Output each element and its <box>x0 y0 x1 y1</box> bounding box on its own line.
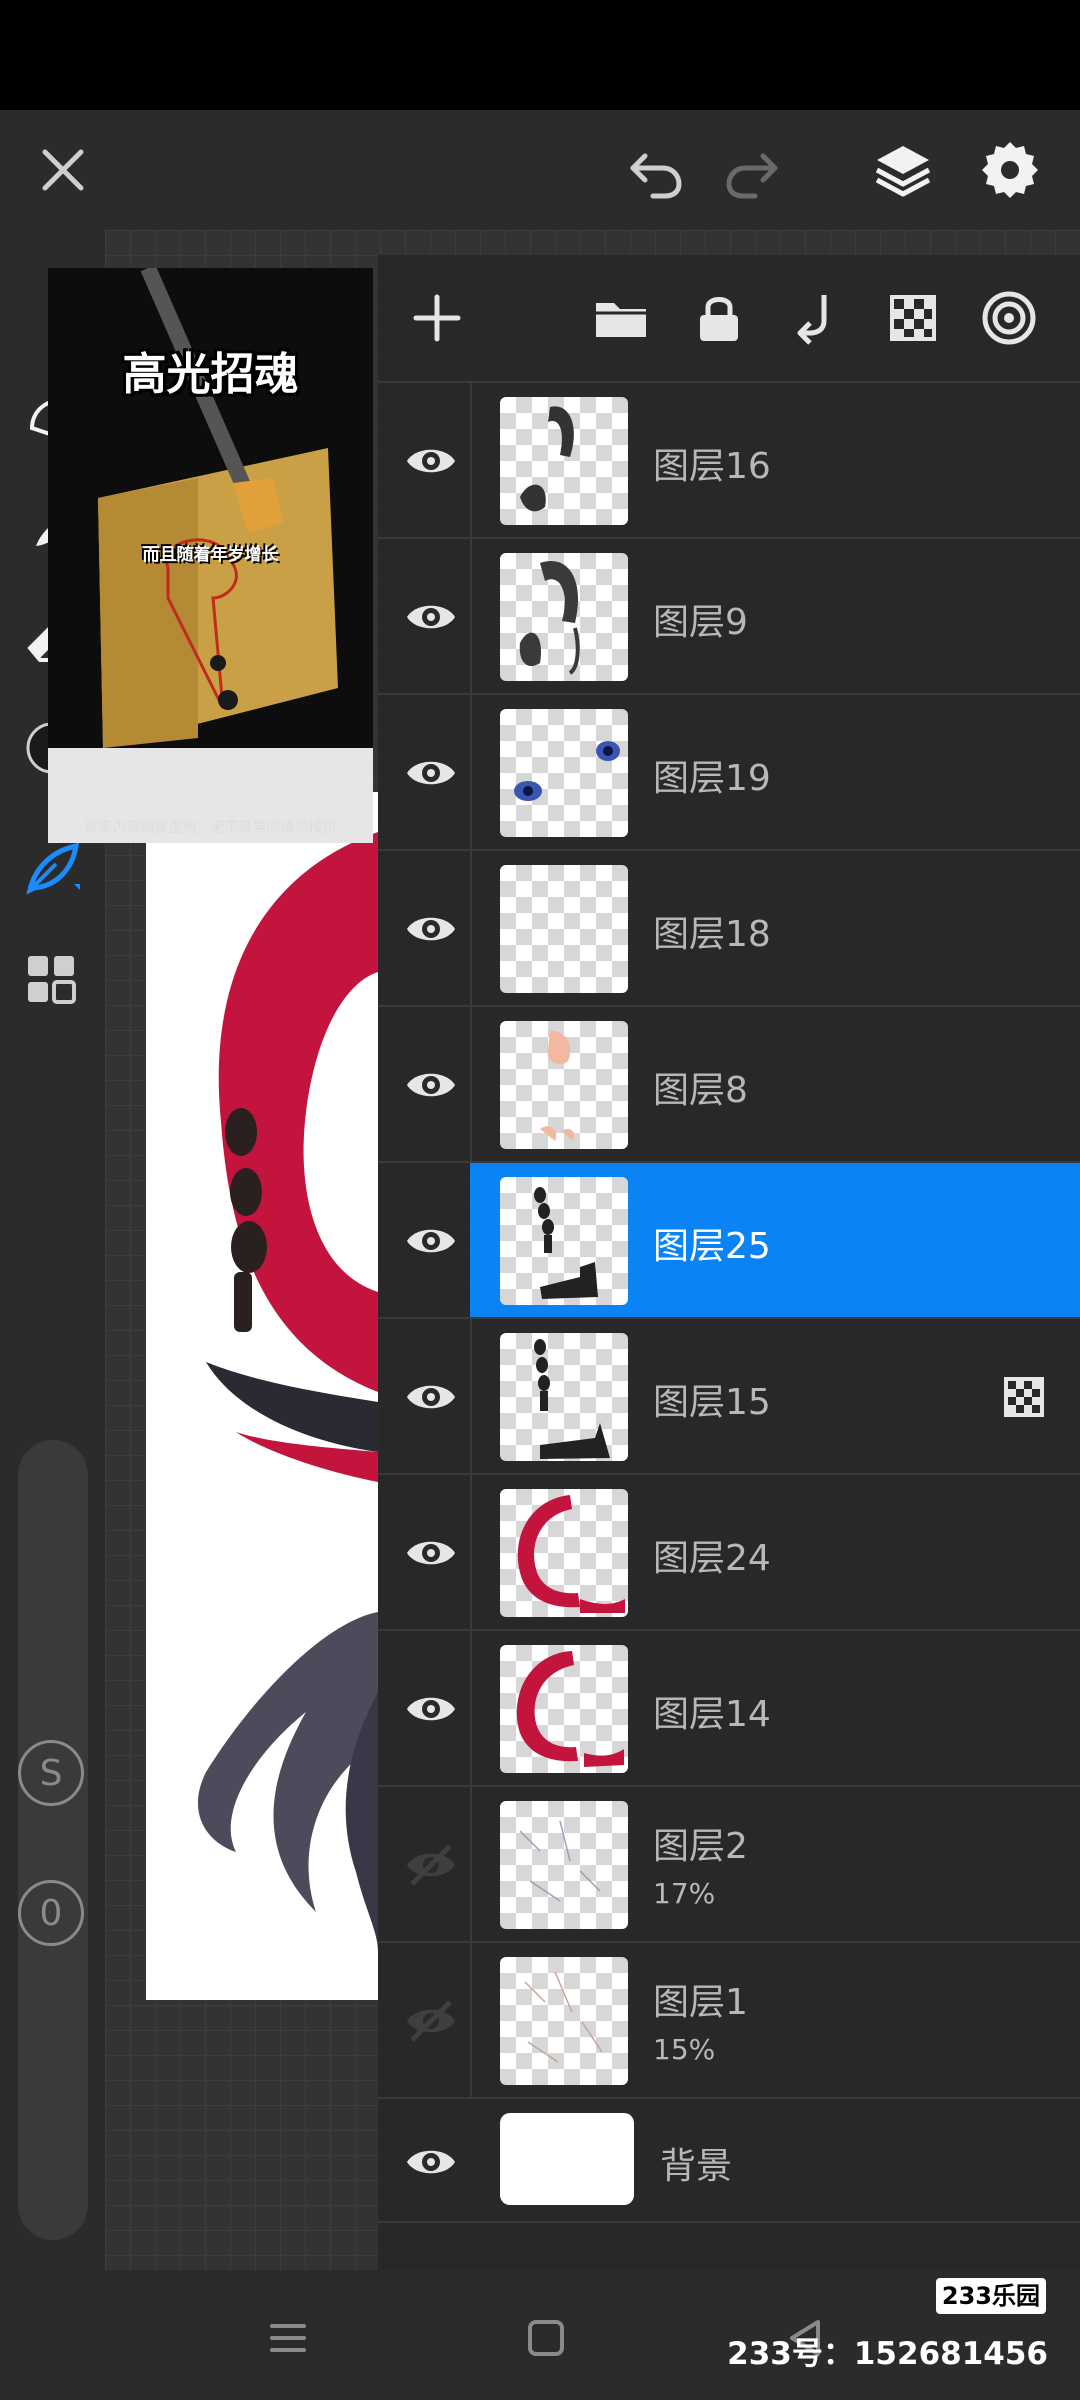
gallery-grid-icon[interactable] <box>14 942 90 1018</box>
layer-row[interactable]: 图层18 <box>378 851 1080 1007</box>
layer-name: 图层19 <box>653 758 771 799</box>
row-divider <box>470 851 472 1007</box>
layer-row[interactable]: 图层24 <box>378 1475 1080 1631</box>
eye-visible-icon[interactable] <box>396 1674 466 1744</box>
layer-opacity: 17% <box>653 1877 716 1910</box>
eye-hidden-icon[interactable] <box>396 1830 466 1900</box>
row-divider <box>470 1787 472 1943</box>
video-caption: 而且随着年岁增长 <box>142 545 279 565</box>
layer-name: 图层24 <box>653 1538 771 1579</box>
layer-thumb-text-mark <box>500 1177 628 1305</box>
layer-thumb-text-mark <box>500 1333 628 1461</box>
drawing-app: S 0 高光招魂 而且随着年岁增长 故事内容纯属虚构，无不良导向请勿模仿 图层1… <box>0 110 1080 2270</box>
opacity-zero-button[interactable]: 0 <box>18 1880 84 1946</box>
layer-opacity: 15% <box>653 2033 716 2066</box>
add-layer-icon[interactable] <box>402 283 472 353</box>
eye-visible-icon[interactable] <box>396 1050 466 1120</box>
row-divider <box>470 1319 472 1475</box>
system-nav-bar: 233乐园 233号：152681456 <box>0 2270 1080 2400</box>
eye-visible-icon[interactable] <box>396 894 466 964</box>
eye-visible-icon[interactable] <box>396 738 466 808</box>
layer-row[interactable]: 图层15 <box>378 1319 1080 1475</box>
eye-visible-icon[interactable] <box>396 1206 466 1276</box>
row-divider <box>470 1631 472 1787</box>
merge-down-icon[interactable] <box>782 283 852 353</box>
row-divider <box>470 695 472 851</box>
top-toolbar <box>0 110 1080 230</box>
video-disclaimer: 故事内容纯属虚构，无不良导向请勿模仿 <box>84 820 337 836</box>
layer-row[interactable]: 图层2 17% <box>378 1787 1080 1943</box>
layer-name: 图层25 <box>653 1226 771 1267</box>
layer-name: 图层2 <box>653 1826 748 1867</box>
eye-visible-icon[interactable] <box>396 1518 466 1588</box>
layer-effects-icon[interactable] <box>974 283 1044 353</box>
floating-video-overlay[interactable]: 高光招魂 而且随着年岁增长 故事内容纯属虚构，无不良导向请勿模仿 <box>48 268 373 843</box>
background-layer-name: 背景 <box>660 2146 733 2187</box>
layer-name: 图层8 <box>653 1070 748 1111</box>
lock-icon[interactable] <box>684 283 754 353</box>
layer-thumb-empty <box>500 865 628 993</box>
layer-name: 图层15 <box>653 1382 771 1423</box>
layer-thumb-sketch <box>500 1801 628 1929</box>
layers-panel-toolbar <box>378 255 1080 383</box>
alpha-lock-badge-icon <box>1004 1377 1044 1417</box>
layer-row[interactable]: 图层19 <box>378 695 1080 851</box>
row-divider <box>470 1007 472 1163</box>
layer-thumb-skin <box>500 1021 628 1149</box>
layer-row[interactable]: 图层8 <box>378 1007 1080 1163</box>
layer-thumb-red-ring <box>500 1645 628 1773</box>
close-icon[interactable] <box>28 135 98 205</box>
layer-row[interactable]: 图层14 <box>378 1631 1080 1787</box>
layer-thumb-blue-eyes <box>500 709 628 837</box>
layer-name: 图层14 <box>653 1694 771 1735</box>
stabilizer-s-button[interactable]: S <box>18 1740 84 1806</box>
row-divider <box>470 1943 472 2099</box>
watermark-id: 233号：152681456 <box>727 2336 1048 2372</box>
layer-row[interactable]: 图层1 15% <box>378 1943 1080 2099</box>
watermark-logo: 233乐园 <box>935 2278 1046 2314</box>
layers-icon[interactable] <box>868 135 938 205</box>
menu-icon[interactable] <box>258 2308 318 2368</box>
home-icon[interactable] <box>516 2308 576 2368</box>
brush-size-slider[interactable] <box>18 1440 88 2240</box>
eye-visible-icon[interactable] <box>396 426 466 496</box>
row-divider <box>470 1475 472 1631</box>
eye-visible-icon[interactable] <box>396 582 466 652</box>
layer-row[interactable]: 图层16 <box>378 383 1080 539</box>
status-bar <box>0 0 1080 110</box>
eye-visible-icon[interactable] <box>396 1362 466 1432</box>
artwork-canvas[interactable] <box>146 792 378 2000</box>
redo-icon[interactable] <box>718 135 788 205</box>
layer-thumb-sketch <box>500 1957 628 2085</box>
video-title: 高光招魂 <box>122 349 299 400</box>
row-divider <box>470 383 472 539</box>
undo-icon[interactable] <box>620 135 690 205</box>
row-divider <box>470 539 472 695</box>
layer-name: 图层1 <box>653 1982 748 2023</box>
layer-thumb-hair-figure <box>500 397 628 525</box>
settings-gear-icon[interactable] <box>975 135 1045 205</box>
background-layer-row[interactable]: 背景 <box>378 2099 1080 2223</box>
layer-row[interactable]: 图层9 <box>378 539 1080 695</box>
background-color-swatch[interactable] <box>500 2113 634 2205</box>
folder-icon[interactable] <box>586 283 656 353</box>
eye-hidden-icon[interactable] <box>396 1986 466 2056</box>
layer-thumb-red-ring <box>500 1489 628 1617</box>
layers-panel: 图层16 图层9 图层19 图层18 图层8 图层25 图层15 图层24 图层… <box>378 255 1080 2270</box>
layer-name: 图层18 <box>653 914 771 955</box>
alpha-lock-icon[interactable] <box>878 283 948 353</box>
layer-row-selected[interactable]: 图层25 <box>378 1163 1080 1319</box>
layer-name: 图层16 <box>653 446 771 487</box>
layer-name: 图层9 <box>653 602 748 643</box>
eye-visible-icon[interactable] <box>396 2127 466 2197</box>
layer-thumb-hair-figure <box>500 553 628 681</box>
